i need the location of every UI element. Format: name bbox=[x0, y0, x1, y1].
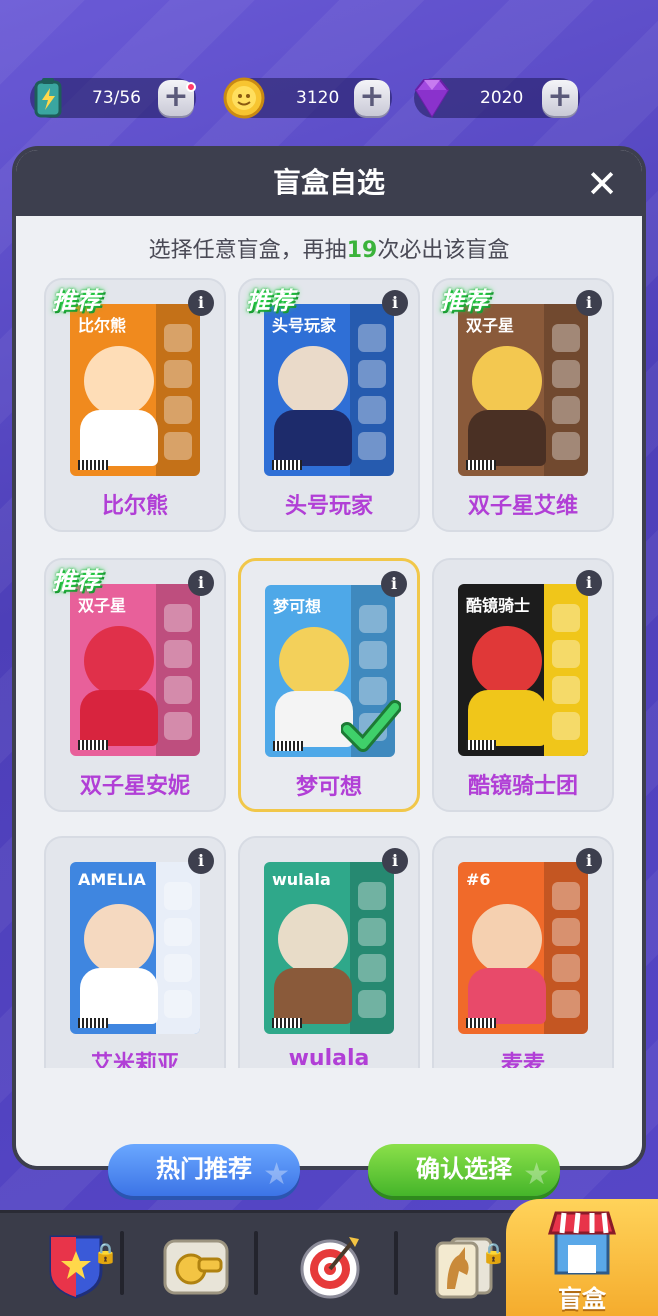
info-icon[interactable]: i bbox=[382, 848, 408, 874]
energy-add-button[interactable]: + bbox=[158, 80, 196, 116]
modal-title: 盲盒自选 bbox=[272, 166, 385, 199]
energy-value: 73/56 bbox=[92, 88, 141, 108]
card-name: 艾米莉亚 bbox=[90, 1052, 179, 1068]
blindbox-card[interactable]: 比尔熊 推荐 i 比尔熊 bbox=[44, 278, 226, 532]
box-image: AMELIA bbox=[70, 862, 200, 1034]
recommended-badge: 推荐 bbox=[52, 287, 100, 315]
gem-counter: 2020 + bbox=[414, 78, 580, 118]
box-label: wulala bbox=[272, 870, 331, 889]
coin-add-button[interactable]: + bbox=[354, 80, 390, 116]
blindbox-card-selected[interactable]: 梦可想 i 梦可想 bbox=[238, 558, 420, 812]
gem-icon bbox=[406, 72, 458, 124]
nav-badge-tab[interactable]: 🔒 bbox=[26, 1221, 126, 1311]
card-name: 梦可想 bbox=[295, 775, 362, 800]
confirm-select-button[interactable]: 确认选择 ★ bbox=[368, 1144, 560, 1196]
blindbox-card[interactable]: 酷镜骑士 i 酷镜骑士团 bbox=[432, 558, 614, 812]
target-icon bbox=[300, 1237, 360, 1299]
hint-count: 19 bbox=[346, 238, 378, 263]
box-label: 酷镜骑士 bbox=[466, 596, 531, 615]
box-label: #6 bbox=[466, 870, 491, 889]
gem-add-button[interactable]: + bbox=[542, 80, 578, 116]
battery-icon bbox=[22, 72, 74, 124]
info-icon[interactable]: i bbox=[576, 848, 602, 874]
blindbox-card[interactable]: 双子星 推荐 i 双子星安妮 bbox=[44, 558, 226, 812]
info-icon[interactable]: i bbox=[188, 848, 214, 874]
card-name: wulala bbox=[288, 1046, 370, 1068]
nav-blindbox-label: 盲盒 bbox=[558, 1285, 606, 1313]
blindbox-card[interactable]: 头号玩家 推荐 i 头号玩家 bbox=[238, 278, 420, 532]
box-image: wulala bbox=[264, 862, 394, 1034]
box-image: 头号玩家 bbox=[264, 304, 394, 476]
blindbox-card[interactable]: #6 i 麦麦 bbox=[432, 836, 614, 1068]
card-name: 比尔熊 bbox=[101, 494, 168, 519]
blindbox-grid: 比尔熊 推荐 i 比尔熊 头号玩家 推荐 i 头号玩家 双子星 推荐 i 双子星… bbox=[44, 278, 618, 1068]
box-image: 双子星 bbox=[458, 304, 588, 476]
info-icon[interactable]: i bbox=[576, 570, 602, 596]
coin-icon bbox=[218, 72, 270, 124]
coin-value: 3120 bbox=[296, 88, 340, 108]
modal-body: 选择任意盲盒，再抽19次必出该盲盒 比尔熊 推荐 i 比尔熊 头号玩家 推荐 i… bbox=[16, 216, 642, 1196]
box-image: 双子星 bbox=[70, 584, 200, 756]
box-label: 梦可想 bbox=[273, 597, 322, 616]
nav-blindbox-tab[interactable]: 盲盒 bbox=[506, 1199, 658, 1316]
nav-target-tab[interactable] bbox=[280, 1221, 380, 1311]
card-name: 双子星安妮 bbox=[79, 774, 190, 799]
close-icon[interactable]: ✕ bbox=[584, 165, 620, 203]
box-image: #6 bbox=[458, 862, 588, 1034]
info-icon[interactable]: i bbox=[382, 290, 408, 316]
hot-recommend-label: 热门推荐 bbox=[156, 1155, 252, 1183]
recommended-badge: 推荐 bbox=[246, 287, 294, 315]
blindbox-card[interactable]: 双子星 推荐 i 双子星艾维 bbox=[432, 278, 614, 532]
recommended-badge: 推荐 bbox=[52, 567, 100, 595]
hot-recommend-button[interactable]: 热门推荐 ★ bbox=[108, 1144, 300, 1196]
card-name: 头号玩家 bbox=[284, 494, 373, 519]
blindbox-select-modal: 盲盒自选 ✕ 选择任意盲盒，再抽19次必出该盲盒 比尔熊 推荐 i 比尔熊 头号… bbox=[12, 146, 646, 1196]
info-icon[interactable]: i bbox=[381, 571, 407, 597]
nav-cards-tab[interactable]: 🔒 bbox=[414, 1221, 514, 1311]
whistle-icon bbox=[163, 1239, 229, 1295]
star-icon: ★ bbox=[263, 1157, 290, 1192]
info-icon[interactable]: i bbox=[188, 570, 214, 596]
hint-suffix: 次必出该盲盒 bbox=[377, 238, 510, 263]
blindbox-card[interactable]: wulala i wulala bbox=[238, 836, 420, 1068]
card-name: 麦麦 bbox=[500, 1052, 545, 1068]
lock-icon: 🔒 bbox=[481, 1241, 506, 1265]
notification-dot bbox=[186, 82, 196, 92]
card-name: 双子星艾维 bbox=[467, 494, 578, 519]
coin-counter: 3120 + bbox=[223, 77, 392, 119]
info-icon[interactable]: i bbox=[188, 290, 214, 316]
blindbox-card[interactable]: AMELIA i 艾米莉亚 bbox=[44, 836, 226, 1068]
box-image: 酷镜骑士 bbox=[458, 584, 588, 756]
gem-value: 2020 bbox=[480, 88, 524, 108]
energy-counter: 73/56 + bbox=[30, 78, 196, 118]
box-image: 比尔熊 bbox=[70, 304, 200, 476]
box-label: AMELIA bbox=[78, 870, 146, 889]
nav-whistle-tab[interactable] bbox=[146, 1221, 246, 1311]
shop-icon bbox=[547, 1211, 617, 1275]
info-icon[interactable]: i bbox=[576, 290, 602, 316]
bottom-nav: 🔒 🔒 盲盒 bbox=[0, 1199, 658, 1316]
checkmark-icon bbox=[341, 700, 401, 752]
selection-hint: 选择任意盲盒，再抽19次必出该盲盒 bbox=[16, 232, 642, 264]
recommended-badge: 推荐 bbox=[440, 287, 488, 315]
star-icon: ★ bbox=[523, 1157, 550, 1192]
card-name: 酷镜骑士团 bbox=[467, 774, 578, 799]
modal-header: 盲盒自选 ✕ bbox=[16, 150, 642, 216]
confirm-select-label: 确认选择 bbox=[416, 1155, 512, 1183]
lock-icon: 🔒 bbox=[93, 1241, 118, 1265]
hint-prefix: 选择任意盲盒，再抽 bbox=[148, 238, 347, 263]
